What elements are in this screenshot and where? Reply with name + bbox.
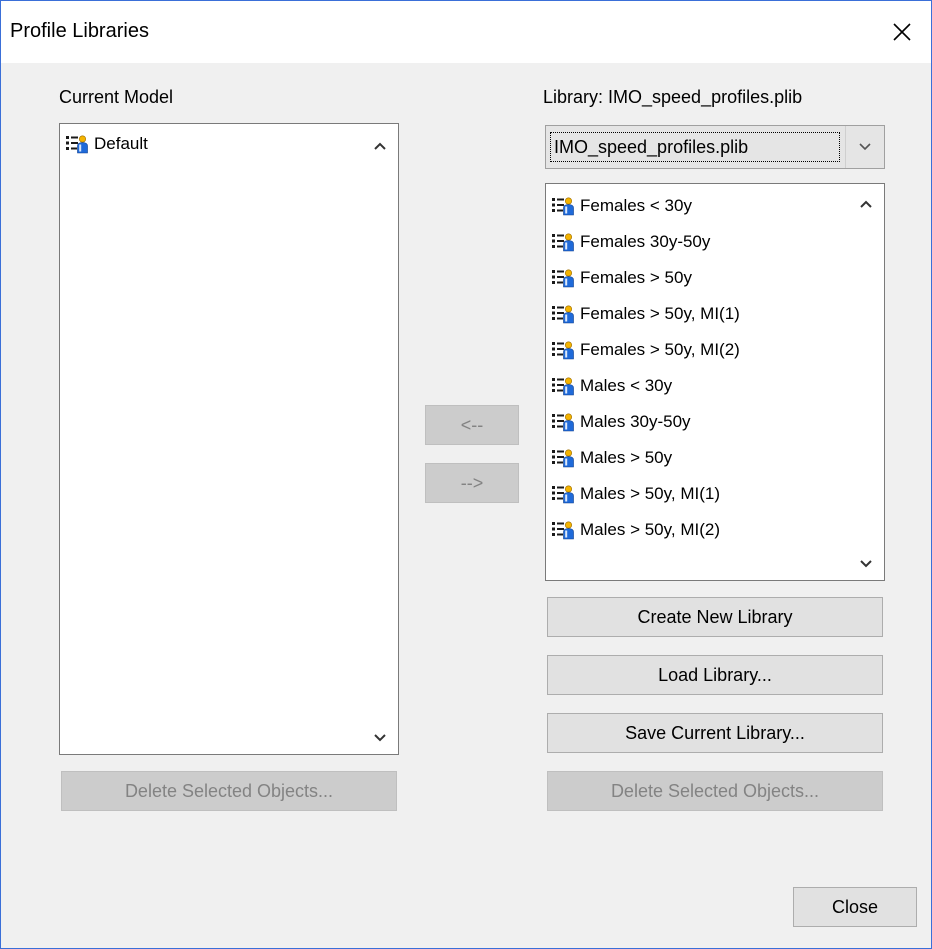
move-to-model-button[interactable]: <-- <box>425 405 519 445</box>
list-item-label: Females > 50y, MI(2) <box>580 340 740 359</box>
profile-icon <box>552 484 574 504</box>
profile-icon <box>552 340 574 360</box>
profile-icon <box>552 268 574 288</box>
list-item[interactable]: Males < 30y <box>552 372 672 400</box>
scroll-up-button[interactable] <box>856 194 876 214</box>
profile-icon <box>552 196 574 216</box>
list-item-label: Females > 50y, MI(1) <box>580 304 740 323</box>
profile-icon <box>552 304 574 324</box>
scroll-up-button[interactable] <box>370 136 390 156</box>
library-select[interactable]: IMO_speed_profiles.plib <box>545 125 885 169</box>
list-item[interactable]: Males 30y-50y <box>552 408 691 436</box>
delete-selected-library-objects-button[interactable]: Delete Selected Objects... <box>547 771 883 811</box>
scroll-down-button[interactable] <box>856 554 876 574</box>
profile-icon <box>552 232 574 252</box>
load-library-button[interactable]: Load Library... <box>547 655 883 695</box>
current-model-list[interactable]: Default <box>59 123 399 755</box>
profile-icon <box>552 520 574 540</box>
profile-icon <box>552 412 574 432</box>
list-item[interactable]: Males > 50y, MI(1) <box>552 480 720 508</box>
library-select-value: IMO_speed_profiles.plib <box>550 132 840 162</box>
list-item-label: Males < 30y <box>580 376 673 395</box>
list-item[interactable]: Males > 50y, MI(2) <box>552 516 720 544</box>
close-button[interactable]: Close <box>793 887 917 927</box>
library-label: Library: IMO_speed_profiles.plib <box>543 87 803 107</box>
chevron-up-icon <box>860 200 872 208</box>
list-item[interactable]: Females > 50y, MI(2) <box>552 336 740 364</box>
move-to-library-button[interactable]: --> <box>425 463 519 503</box>
list-item-label: Males > 50y <box>580 448 673 467</box>
list-item[interactable]: Males > 50y <box>552 444 672 472</box>
list-item[interactable]: Default <box>66 130 148 158</box>
title-bar: Profile Libraries <box>1 1 931 63</box>
list-item-label: Females 30y-50y <box>580 232 711 251</box>
list-item[interactable]: Females > 50y, MI(1) <box>552 300 740 328</box>
list-item-label: Default <box>94 134 148 153</box>
create-new-library-button[interactable]: Create New Library <box>547 597 883 637</box>
list-item[interactable]: Females < 30y <box>552 192 692 220</box>
chevron-down-icon <box>374 734 386 742</box>
list-item-label: Males 30y-50y <box>580 412 691 431</box>
library-select-dropdown-button[interactable] <box>845 126 884 168</box>
scroll-down-button[interactable] <box>370 728 390 748</box>
profile-icon <box>552 376 574 396</box>
list-item-label: Males > 50y, MI(2) <box>580 520 720 539</box>
list-item[interactable]: Females > 50y <box>552 264 692 292</box>
chevron-up-icon <box>374 142 386 150</box>
window-title: Profile Libraries <box>10 20 149 42</box>
list-item[interactable]: Females 30y-50y <box>552 228 710 256</box>
profile-libraries-dialog: Profile Libraries Current Model Default … <box>0 0 932 949</box>
window-close-button[interactable] <box>873 1 931 63</box>
list-item-label: Males > 50y, MI(1) <box>580 484 720 503</box>
chevron-down-icon <box>860 560 872 568</box>
current-model-label: Current Model <box>59 87 174 107</box>
library-profiles-list[interactable]: Females < 30y Females 30y-50y Females > … <box>545 183 885 581</box>
list-item-label: Females < 30y <box>580 196 692 215</box>
profile-icon <box>552 448 574 468</box>
list-item-label: Females > 50y <box>580 268 692 287</box>
close-icon <box>893 23 911 41</box>
chevron-down-icon <box>859 143 871 151</box>
save-current-library-button[interactable]: Save Current Library... <box>547 713 883 753</box>
profile-icon <box>66 134 88 154</box>
delete-selected-model-objects-button[interactable]: Delete Selected Objects... <box>61 771 397 811</box>
